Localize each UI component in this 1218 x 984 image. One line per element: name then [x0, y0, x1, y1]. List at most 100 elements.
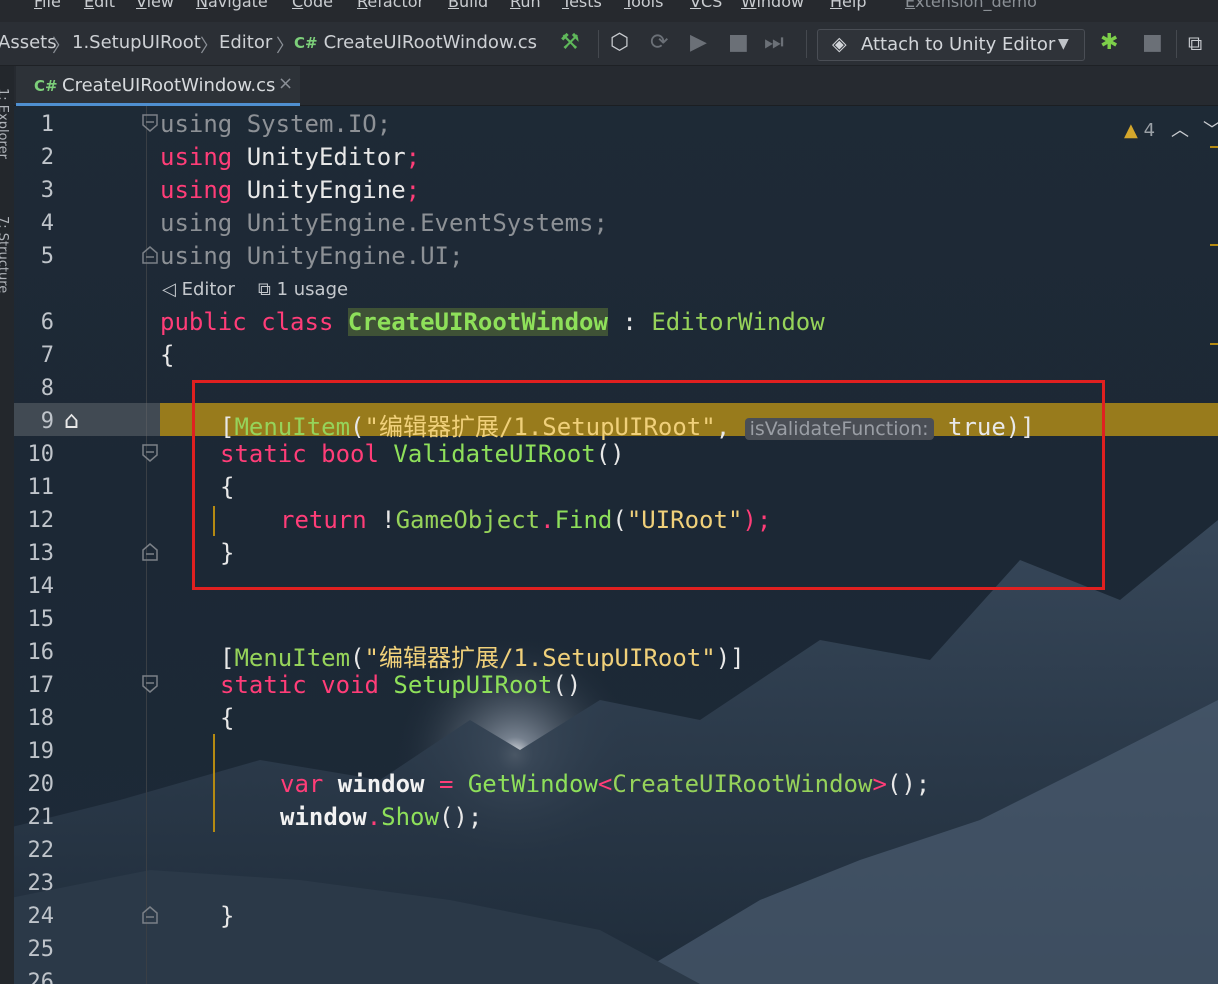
code-line-3: using UnityEngine;: [160, 176, 421, 204]
code-line-18: {: [220, 704, 235, 732]
code-editor[interactable]: 1 2 3 4 5 6 7 8 9 10 11 12 13 14 15 16 1…: [14, 106, 1218, 984]
line-number: 1: [40, 112, 54, 137]
line-number: 14: [27, 574, 55, 599]
line-number: 20: [27, 772, 55, 797]
step-icon[interactable]: ⏭: [764, 31, 784, 55]
line-number: 25: [27, 937, 55, 962]
breadcrumb-file[interactable]: C# CreateUIRootWindow.cs: [294, 32, 537, 53]
line-number: 15: [27, 607, 55, 632]
menu-code[interactable]: Code: [292, 0, 333, 11]
stop-debug-icon[interactable]: ■: [1142, 31, 1163, 55]
structure-tool-tab[interactable]: 7: Structure: [0, 216, 10, 293]
fold-icon[interactable]: [142, 543, 158, 561]
code-line-1: using System.IO;: [160, 110, 392, 138]
line-number: 17: [27, 673, 55, 698]
warning-icon: ▲: [1124, 120, 1138, 141]
stop-icon[interactable]: ■: [728, 31, 749, 55]
menu-run[interactable]: Run: [510, 0, 541, 11]
menu-edit[interactable]: Edit: [84, 0, 115, 11]
breadcrumb-editor[interactable]: Editor: [219, 32, 272, 53]
code-line-5: using UnityEngine.UI;: [160, 242, 464, 270]
line-number: 22: [27, 838, 55, 863]
fold-icon[interactable]: [142, 675, 158, 693]
breadcrumb-assets[interactable]: Assets: [0, 32, 57, 53]
debug-bug-icon[interactable]: ✱: [1100, 31, 1118, 55]
indent-guide: [213, 734, 215, 832]
fold-icon[interactable]: [142, 906, 158, 924]
code-line-16: [MenuItem("编辑器扩展/1.SetupUIRoot")]: [220, 644, 745, 672]
fold-icon[interactable]: [142, 444, 158, 462]
broom-icon[interactable]: ⌂: [64, 406, 79, 434]
line-number: 12: [27, 508, 55, 533]
editor-tab-bar: C# CreateUIRootWindow.cs ×: [0, 66, 1218, 106]
left-tool-strip: 1: Explorer 7: Structure: [0, 66, 14, 984]
play-icon[interactable]: ▶: [690, 31, 707, 55]
breadcrumb-setupuiroot[interactable]: 1.SetupUIRoot: [72, 32, 201, 53]
menu-tools[interactable]: Tools: [624, 0, 663, 11]
line-number: 5: [40, 244, 54, 269]
line-number: 9: [40, 409, 54, 434]
attach-to-unity-label: Attach to Unity Editor: [861, 34, 1056, 55]
scrollbar-marker[interactable]: [1210, 244, 1218, 246]
line-number: 4: [40, 211, 54, 236]
code-line-17: static void SetupUIRoot(): [220, 671, 582, 699]
breadcrumb-separator: 〉: [276, 36, 294, 57]
chevron-down-icon: ▼: [1058, 36, 1069, 52]
line-number: 11: [27, 475, 55, 500]
chevron-up-icon[interactable]: ︿: [1171, 120, 1189, 141]
run-window-icon[interactable]: ⧉: [1188, 31, 1202, 55]
warnings-indicator[interactable]: ▲ 4︿﹀: [1124, 116, 1218, 142]
menu-view[interactable]: View: [136, 0, 174, 11]
line-number: 6: [40, 310, 54, 335]
navigation-bar: Assets 〉 1.SetupUIRoot 〉 Editor 〉 C# Crea…: [0, 22, 1218, 66]
build-hammer-icon[interactable]: ⚒: [560, 31, 580, 55]
refresh-icon[interactable]: ⟳: [650, 31, 668, 55]
menu-window[interactable]: Window: [741, 0, 804, 11]
fold-icon[interactable]: [142, 114, 158, 132]
unity-editor-hint[interactable]: ◁ Editor: [162, 279, 235, 300]
tab-createuirootwindow[interactable]: C# CreateUIRootWindow.cs ×: [16, 66, 300, 106]
line-number: 10: [27, 442, 55, 467]
code-line-6: public class CreateUIRootWindow : Editor…: [160, 308, 825, 336]
fold-icon[interactable]: [142, 246, 158, 264]
line-number: 13: [27, 541, 55, 566]
line-number: 3: [40, 178, 54, 203]
breadcrumb-file-label: CreateUIRootWindow.cs: [323, 32, 537, 53]
breadcrumb-separator: 〉: [200, 36, 218, 57]
tab-label: CreateUIRootWindow.cs: [62, 75, 276, 96]
code-line-7: {: [160, 341, 175, 369]
scrollbar-marker[interactable]: [1210, 146, 1218, 148]
toolbar-divider: [1176, 30, 1177, 58]
menu-tests[interactable]: Tests: [562, 0, 602, 11]
menu-file[interactable]: File: [34, 0, 61, 11]
code-line-21: window.Show();: [280, 803, 483, 831]
unity-small-icon: ◁: [162, 279, 182, 300]
toolbar-divider: [806, 30, 807, 58]
menu-refactor[interactable]: Refactor: [357, 0, 424, 11]
csharp-file-icon: C#: [34, 77, 58, 95]
project-title: Extension_demo: [905, 0, 1037, 11]
code-line-4: using UnityEngine.EventSystems;: [160, 209, 608, 237]
code-line-20: var window = GetWindow<CreateUIRootWindo…: [280, 770, 931, 798]
red-annotation-box: [192, 380, 1105, 590]
usage-hint[interactable]: ⧉ 1 usage: [258, 279, 348, 300]
chevron-down-icon[interactable]: ﹀: [1203, 120, 1218, 141]
menu-help[interactable]: Help: [830, 0, 866, 11]
menu-navigate[interactable]: Navigate: [196, 0, 268, 11]
menu-bar: File Edit View Navigate Code Refactor Bu…: [0, 0, 1218, 22]
explorer-tool-tab[interactable]: 1: Explorer: [0, 88, 10, 159]
toolbar-divider: [598, 30, 599, 58]
line-number: 8: [40, 376, 54, 401]
menu-build[interactable]: Build: [448, 0, 488, 11]
line-number: 19: [27, 739, 55, 764]
unity-logo-icon: ◈: [832, 33, 847, 55]
menu-vcs[interactable]: VCS: [690, 0, 722, 11]
close-icon[interactable]: ×: [278, 73, 293, 94]
scrollbar-marker[interactable]: [1210, 343, 1218, 345]
usage-icon: ⧉: [258, 279, 277, 300]
unity-icon[interactable]: ⬡: [610, 31, 629, 55]
csharp-icon: C#: [294, 34, 318, 52]
line-number: 18: [27, 706, 55, 731]
line-number: 7: [40, 343, 54, 368]
attach-to-unity-dropdown[interactable]: ◈ Attach to Unity Editor ▼: [817, 29, 1085, 61]
